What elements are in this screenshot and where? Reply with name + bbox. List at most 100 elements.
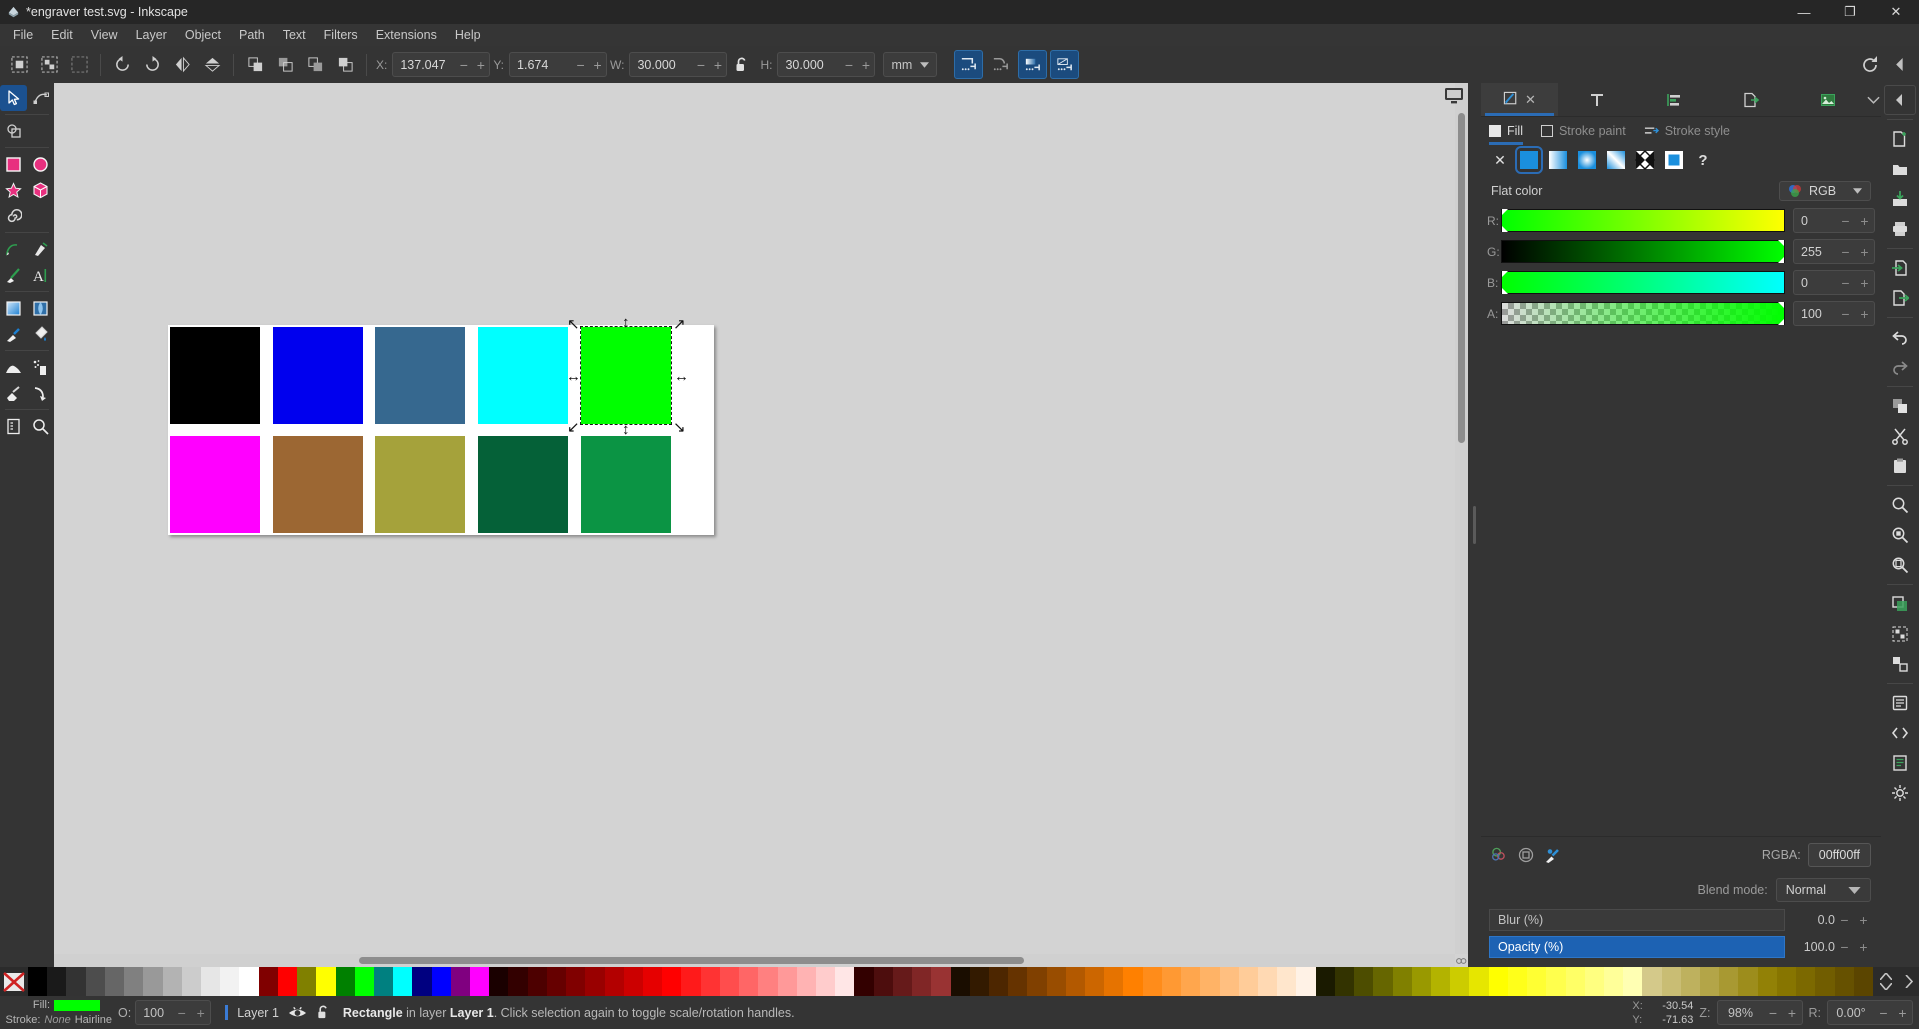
maximize-button[interactable]: ❐ — [1827, 0, 1873, 24]
palette-color-91[interactable] — [1776, 967, 1797, 996]
palette-color-81[interactable] — [1584, 967, 1604, 996]
palette-color-8[interactable] — [181, 967, 201, 996]
palette-color-58[interactable] — [1142, 967, 1162, 996]
xml-editor-button[interactable] — [1884, 718, 1916, 748]
green-slider[interactable] — [1501, 240, 1785, 263]
alpha-value-field[interactable]: 100 − + — [1793, 301, 1875, 326]
flip-vertical-icon[interactable] — [197, 50, 227, 80]
zoom-selection-button[interactable] — [1884, 490, 1916, 520]
pencil-freehand-tool[interactable] — [0, 236, 27, 262]
print-button[interactable] — [1884, 214, 1916, 244]
radial-gradient-button[interactable] — [1576, 149, 1598, 171]
group-button[interactable] — [1884, 619, 1916, 649]
palette-color-55[interactable] — [1085, 967, 1105, 996]
deselect-icon[interactable] — [64, 50, 94, 80]
bezier-pen-tool[interactable] — [27, 236, 54, 262]
palette-color-14[interactable] — [297, 967, 317, 996]
palette-color-77[interactable] — [1507, 967, 1528, 996]
y-field[interactable]: 1.674 − + — [509, 52, 608, 77]
palette-color-20[interactable] — [412, 967, 432, 996]
palette-color-83[interactable] — [1623, 967, 1643, 996]
zoom-page-button[interactable] — [1884, 550, 1916, 580]
tab-fill-and-stroke[interactable]: ✕ — [1481, 83, 1558, 116]
palette-color-21[interactable] — [431, 967, 451, 996]
palette-color-85[interactable] — [1661, 967, 1681, 996]
mesh-gradient-tool[interactable] — [27, 295, 54, 321]
blur-value-field[interactable]: 0.0 − + — [1789, 909, 1873, 931]
tab-close-icon[interactable]: ✕ — [1525, 92, 1536, 108]
palette-color-25[interactable] — [508, 967, 528, 996]
lower-icon[interactable] — [270, 50, 300, 80]
canvas-horizontal-scrollbar[interactable] — [54, 954, 1455, 967]
duplicate-button[interactable] — [1884, 589, 1916, 619]
palette-color-43[interactable] — [854, 967, 874, 996]
object-properties-button[interactable] — [1884, 688, 1916, 718]
handle-bottom-left[interactable]: ↙ — [567, 420, 580, 435]
handle-top-right[interactable]: ↗ — [673, 317, 686, 332]
ellipse-tool[interactable] — [27, 151, 54, 177]
zoom-field[interactable]: 98% − + — [1716, 1000, 1803, 1025]
tab-image-properties[interactable] — [1789, 83, 1866, 116]
handle-left[interactable]: ↔ — [566, 369, 581, 384]
new-document-button[interactable] — [1884, 124, 1916, 154]
handle-bottom-right[interactable]: ↘ — [673, 420, 686, 435]
fill-indicator-row[interactable]: Fill: — [4, 998, 112, 1013]
palette-color-0[interactable] — [28, 967, 48, 996]
flat-color-button[interactable] — [1515, 146, 1543, 174]
swatch-brown[interactable] — [273, 436, 363, 533]
palette-menu-button[interactable] — [1905, 975, 1913, 988]
redo-button[interactable] — [1884, 352, 1916, 382]
palette-color-94[interactable] — [1834, 967, 1854, 996]
opacity-value-field[interactable]: 100.0 − + — [1789, 936, 1873, 958]
swatch-dark-green[interactable] — [478, 436, 568, 533]
palette-color-26[interactable] — [527, 967, 547, 996]
palette-color-84[interactable] — [1642, 967, 1662, 996]
palette-color-35[interactable] — [700, 967, 720, 996]
opacity-indicator-decrement[interactable]: − — [172, 1005, 191, 1021]
blue-slider[interactable] — [1501, 271, 1785, 294]
palette-scroll-down-button[interactable] — [1880, 983, 1892, 990]
palette-color-42[interactable] — [835, 967, 855, 996]
select-all-icon[interactable] — [4, 50, 34, 80]
raise-icon[interactable] — [300, 50, 330, 80]
palette-color-61[interactable] — [1200, 967, 1220, 996]
palette-swatches[interactable] — [28, 967, 1873, 996]
palette-color-37[interactable] — [739, 967, 759, 996]
zoom-tool[interactable] — [27, 413, 54, 439]
opacity-decrement[interactable]: − — [1835, 939, 1854, 955]
palette-color-23[interactable] — [470, 967, 490, 996]
panel-resize-grip[interactable] — [1468, 83, 1481, 967]
palette-color-6[interactable] — [143, 967, 163, 996]
palette-color-34[interactable] — [681, 967, 701, 996]
snap-reset-icon[interactable] — [1855, 50, 1885, 80]
save-document-button[interactable] — [1884, 184, 1916, 214]
lower-to-bottom-icon[interactable] — [240, 50, 270, 80]
palette-color-57[interactable] — [1123, 967, 1143, 996]
box3d-tool[interactable] — [27, 177, 54, 203]
import-button[interactable] — [1884, 253, 1916, 283]
palette-color-24[interactable] — [489, 967, 509, 996]
palette-color-31[interactable] — [623, 967, 643, 996]
palette-color-41[interactable] — [815, 967, 836, 996]
menu-text[interactable]: Text — [274, 25, 315, 45]
palette-color-92[interactable] — [1796, 967, 1816, 996]
text-tool[interactable]: A — [27, 262, 54, 288]
palette-color-64[interactable] — [1258, 967, 1278, 996]
scale-stroke-width-toggle[interactable] — [954, 50, 984, 79]
x-field[interactable]: 137.047 − + — [392, 52, 491, 77]
handle-top-left[interactable]: ↖ — [567, 317, 580, 332]
pattern-button[interactable] — [1634, 149, 1656, 171]
swatch-magenta[interactable] — [170, 436, 260, 533]
connector-tool[interactable] — [27, 380, 54, 406]
x-increment[interactable]: + — [472, 54, 489, 76]
palette-color-5[interactable] — [124, 967, 144, 996]
palette-scroll-up-button[interactable] — [1880, 973, 1892, 980]
zoom-increment[interactable]: + — [1783, 1005, 1802, 1021]
remove-color-button[interactable] — [0, 967, 28, 996]
paste-button[interactable] — [1884, 451, 1916, 481]
palette-color-29[interactable] — [585, 967, 605, 996]
palette-color-12[interactable] — [258, 967, 278, 996]
palette-color-80[interactable] — [1565, 967, 1585, 996]
palette-color-9[interactable] — [200, 967, 221, 996]
palette-color-2[interactable] — [66, 967, 86, 996]
